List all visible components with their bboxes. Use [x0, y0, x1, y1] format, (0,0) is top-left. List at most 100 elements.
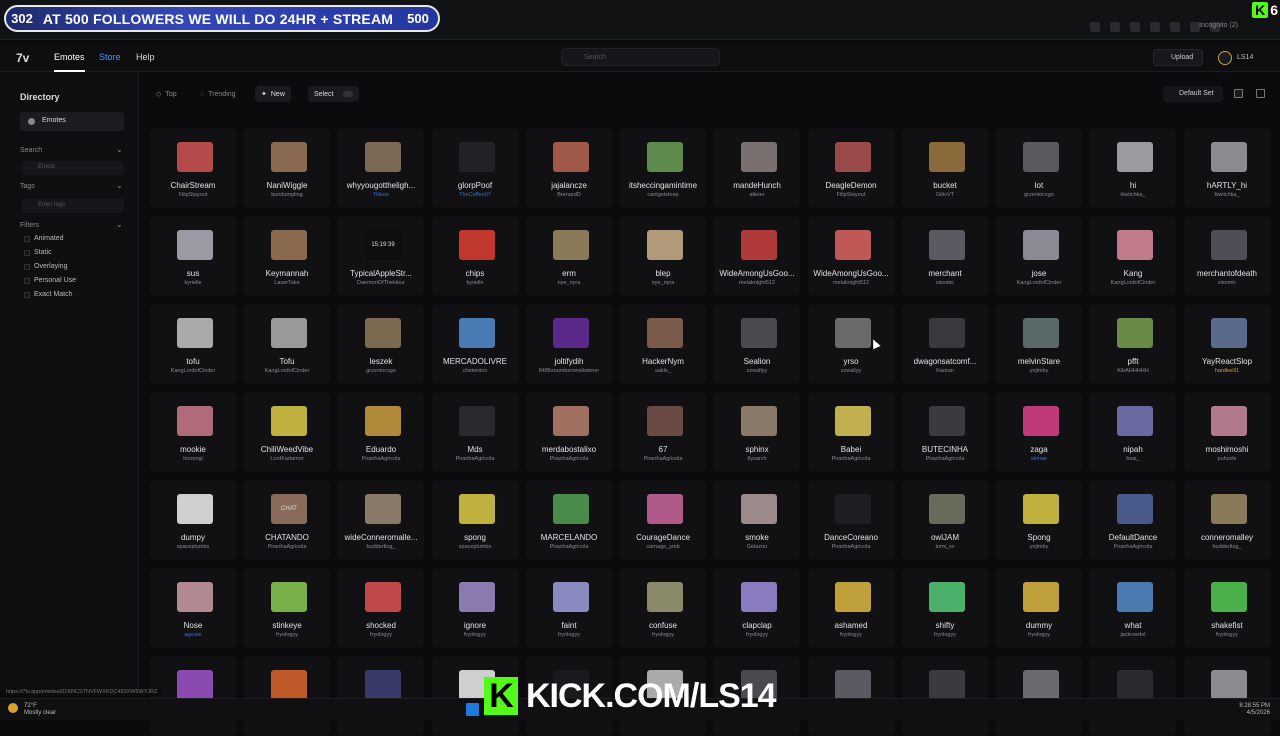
tags-field[interactable]: Enter tags	[22, 199, 124, 213]
emote-owner[interactable]: buddertlog_	[1184, 544, 1270, 550]
emote-card[interactable]	[1184, 656, 1270, 736]
emote-owner[interactable]: bundumpling	[244, 192, 330, 198]
emote-card[interactable]: leszek grzeniocsgo	[338, 304, 424, 384]
emote-card[interactable]: jose KangLordofCinder	[996, 216, 1082, 296]
emote-card[interactable]: sus kyrielle	[150, 216, 236, 296]
emote-card[interactable]: itsheccingamintime cantgetsleep	[620, 128, 706, 208]
emote-card[interactable]: CourageDance carnage_ymb	[620, 480, 706, 560]
emote-owner[interactable]: carnage_ymb	[620, 544, 706, 550]
emote-owner[interactable]: KangLordofCinder	[1090, 280, 1176, 286]
sidebar-item-emotes[interactable]: Emotes	[20, 112, 124, 131]
emote-card[interactable]: blep nye_nyra	[620, 216, 706, 296]
emote-owner[interactable]: PiranhaAgricola	[1090, 544, 1176, 550]
filter-overlaying[interactable]: Overlaying	[24, 263, 67, 270]
emote-card[interactable]: melvinStare yojimby	[996, 304, 1082, 384]
list-view-icon[interactable]	[1256, 89, 1265, 98]
emote-card[interactable]	[338, 656, 424, 736]
filter-animated[interactable]: Animated	[24, 235, 64, 242]
emote-card[interactable]: MARCELANDO PiranhaAgricola	[526, 480, 612, 560]
emote-card[interactable]: mandeHunch alteier	[714, 128, 800, 208]
emote-card[interactable]: confuse fryologyy	[620, 568, 706, 648]
emote-owner[interactable]: PiranhaAgricola	[808, 544, 894, 550]
emote-card[interactable]: ChiliWeedVibe LordFartamor	[244, 392, 330, 472]
emote-card[interactable]: merdabostalixo PiranhaAgricola	[526, 392, 612, 472]
emote-owner[interactable]: fryologyy	[808, 632, 894, 638]
emote-owner[interactable]: grzeniocsgo	[996, 192, 1082, 198]
emote-card[interactable]: nipah bsai_	[1090, 392, 1176, 472]
emote-owner[interactable]: PiranhaAgricola	[526, 456, 612, 462]
upload-button[interactable]: Upload	[1153, 49, 1203, 66]
emote-owner[interactable]: BrenardD	[526, 192, 612, 198]
emote-card[interactable]: faint fryologyy	[526, 568, 612, 648]
emote-card[interactable]: HackerNym sakle_	[620, 304, 706, 384]
emote-owner[interactable]: PiranhaAgricola	[808, 456, 894, 462]
filter-personal-use[interactable]: Personal Use	[24, 277, 76, 284]
emote-search-field[interactable]: Emote	[22, 161, 124, 175]
emote-owner[interactable]: fryologyy	[432, 632, 518, 638]
emote-card[interactable]: CHAT CHATANDO PiranhaAgricola	[244, 480, 330, 560]
windows-start-icon[interactable]	[466, 703, 479, 716]
select-toggle[interactable]: Select	[308, 86, 360, 102]
emote-card[interactable]: Tofu KangLordofCinder	[244, 304, 330, 384]
checkbox[interactable]	[24, 291, 30, 298]
emote-owner[interactable]: grzeniocsgo	[338, 368, 424, 374]
tab-new[interactable]: ✦ New	[255, 86, 291, 102]
emote-owner[interactable]: fryologyy	[714, 632, 800, 638]
emote-owner[interactable]: tomi_sv	[902, 544, 988, 550]
default-set-button[interactable]: Default Set	[1163, 86, 1223, 102]
emote-card[interactable]: Spong yojimby	[996, 480, 1082, 560]
emote-owner[interactable]: KangLordofCinder	[244, 368, 330, 374]
emote-owner[interactable]: hooongi	[150, 456, 236, 462]
emote-card[interactable]: sphinx 8ysarch	[714, 392, 800, 472]
emote-owner[interactable]: Tikkoo	[338, 192, 424, 198]
emote-owner[interactable]: metaknight512	[714, 280, 800, 286]
emote-owner[interactable]: cantgetsleep	[620, 192, 706, 198]
emote-owner[interactable]: FilipStayout	[150, 192, 236, 198]
tab-top[interactable]: ◇ Top	[150, 86, 183, 102]
emote-card[interactable]: smoke Gelazou	[714, 480, 800, 560]
emote-card[interactable]: Nose ageisie	[150, 568, 236, 648]
emote-owner[interactable]: Kaoran	[902, 368, 988, 374]
tab-trending[interactable]: ◌ Trending	[194, 86, 242, 102]
emote-owner[interactable]: 8ysarch	[714, 456, 800, 462]
emote-card[interactable]: conneromalley buddertlog_	[1184, 480, 1270, 560]
emote-card[interactable]: 15:19:39 TypicalAppleStr... DaemonOfTheHou…	[338, 216, 424, 296]
checkbox[interactable]	[24, 235, 30, 242]
emote-owner[interactable]: buddertlog_	[338, 544, 424, 550]
emote-owner[interactable]: kiwiichka_	[1184, 192, 1270, 198]
emote-owner[interactable]: DaemonOfTheHour	[338, 280, 424, 286]
emote-owner[interactable]: nye_nyra	[620, 280, 706, 286]
checkbox[interactable]	[24, 249, 30, 256]
emote-card[interactable]: hi kiwiichka_	[1090, 128, 1176, 208]
emote-owner[interactable]: fryologyy	[526, 632, 612, 638]
emote-card[interactable]: clapclap fryologyy	[714, 568, 800, 648]
emote-card[interactable]	[902, 656, 988, 736]
emote-owner[interactable]: FilipStayout	[808, 192, 894, 198]
emote-card[interactable]: BUTECINHA PiranhaAgricola	[902, 392, 988, 472]
emote-owner[interactable]: PiranhaAgricola	[620, 456, 706, 462]
emote-owner[interactable]: KangLordofCinder	[150, 368, 236, 374]
chevron-down-icon[interactable]: ⌄	[116, 181, 123, 190]
emote-card[interactable]: whyyougottheligh... Tikkoo	[338, 128, 424, 208]
emote-owner[interactable]: yojimby	[996, 368, 1082, 374]
emote-owner[interactable]: fryologyy	[244, 632, 330, 638]
emote-owner[interactable]: sakle_	[620, 368, 706, 374]
emote-card[interactable]: chips kyrielle	[432, 216, 518, 296]
emote-owner[interactable]: chekevinn	[432, 368, 518, 374]
emote-owner[interactable]: TheCoffee07	[432, 192, 518, 198]
emote-owner[interactable]: jackroedel	[1090, 632, 1176, 638]
filter-exact-match[interactable]: Exact Match	[24, 291, 73, 298]
emote-owner[interactable]: zzwallyy	[714, 368, 800, 374]
emote-card[interactable]: merchantofdeath sisomic	[1184, 216, 1270, 296]
nav-emotes[interactable]: Emotes	[54, 52, 85, 72]
emote-owner[interactable]: ageisie	[150, 632, 236, 638]
emote-card[interactable]: yrso zzwallyy	[808, 304, 894, 384]
emote-card[interactable]: moshimoshi puhzzle	[1184, 392, 1270, 472]
emote-card[interactable]: hARTLY_hi kiwiichka_	[1184, 128, 1270, 208]
emote-owner[interactable]: spaceplumbs	[432, 544, 518, 550]
emote-owner[interactable]: nye_nyra	[526, 280, 612, 286]
emote-card[interactable]: erm nye_nyra	[526, 216, 612, 296]
toggle-switch[interactable]	[343, 91, 354, 97]
emote-owner[interactable]: metaknight512	[808, 280, 894, 286]
emote-card[interactable]: shifty fryologyy	[902, 568, 988, 648]
